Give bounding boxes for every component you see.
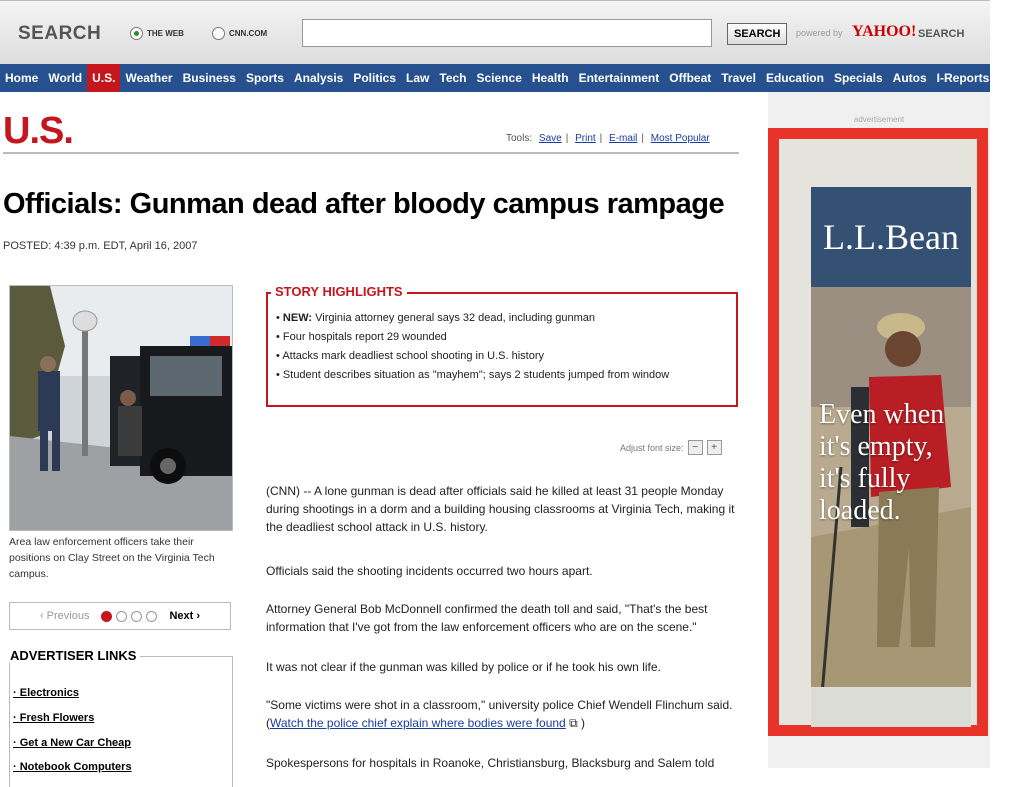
radio-selected-icon	[130, 27, 143, 40]
most-popular-link[interactable]: Most Popular	[651, 133, 710, 144]
nav-education[interactable]: Education	[761, 64, 829, 92]
highlight-item: • Student describes situation as "mayhem…	[276, 369, 670, 381]
nav-specials[interactable]: Specials	[829, 64, 888, 92]
nav-tech[interactable]: Tech	[434, 64, 471, 92]
tools-bar: Tools: Save | Print | E-mail | Most Popular	[506, 133, 710, 144]
article-headline: Officials: Gunman dead after bloody camp…	[3, 188, 725, 220]
radio-the-web[interactable]: THE WEB	[130, 27, 184, 40]
nav-entertainment[interactable]: Entertainment	[574, 64, 665, 92]
radio-unselected-icon	[212, 27, 225, 40]
nav-business[interactable]: Business	[178, 64, 241, 92]
nav-analysis[interactable]: Analysis	[289, 64, 348, 92]
font-size-label: Adjust font size:	[620, 442, 684, 453]
nav-offbeat[interactable]: Offbeat	[664, 64, 716, 92]
llbean-ad[interactable]: L.L.Bean Even when it's empty, it's full…	[768, 128, 988, 736]
radio-label: THE WEB	[147, 29, 184, 38]
powered-by-label: powered by	[796, 28, 843, 38]
article-paragraph: (CNN) -- A lone gunman is dead after off…	[266, 484, 735, 534]
article-paragraph: It was not clear if the gunman was kille…	[266, 660, 661, 674]
nav-science[interactable]: Science	[472, 64, 527, 92]
nav-health[interactable]: Health	[527, 64, 574, 92]
article-paragraph: Attorney General Bob McDonnell confirmed…	[266, 602, 708, 634]
ad-inner: L.L.Bean Even when it's empty, it's full…	[811, 187, 971, 747]
advertiser-link[interactable]: · Electronics	[13, 687, 79, 699]
llbean-logo: L.L.Bean	[811, 187, 971, 287]
font-increase-button[interactable]: +	[706, 440, 722, 455]
email-link[interactable]: E-mail	[609, 133, 637, 144]
nav-world[interactable]: World	[43, 64, 87, 92]
pager-dot-2[interactable]	[116, 610, 128, 622]
yahoo-logo: YAHOO!	[852, 23, 917, 40]
previous-button[interactable]: ‹ Previous	[40, 610, 90, 622]
nav-travel[interactable]: Travel	[716, 64, 761, 92]
nav-us[interactable]: U.S.	[87, 64, 121, 92]
pager-dots	[99, 610, 159, 622]
advertiser-link[interactable]: · Get a New Car Cheap	[13, 737, 131, 749]
nav-politics[interactable]: Politics	[348, 64, 401, 92]
advertiser-link[interactable]: · Notebook Computers	[13, 761, 132, 773]
font-decrease-button[interactable]: −	[687, 440, 703, 455]
pager-dot-3[interactable]	[131, 610, 143, 622]
video-icon: ⧉	[565, 716, 578, 730]
next-button[interactable]: Next ›	[169, 610, 200, 622]
advertisement-label: advertisement	[853, 115, 905, 124]
search-title: SEARCH	[18, 23, 102, 44]
article-paragraph: "Some victims were shot in a classroom,"…	[266, 698, 733, 730]
nav-weather[interactable]: Weather	[120, 64, 177, 92]
pager-dot-4[interactable]	[146, 610, 158, 622]
photo-pager: ‹ Previous Next ›	[9, 602, 231, 630]
story-highlights: STORY HIGHLIGHTS • NEW: Virginia attorne…	[266, 284, 738, 407]
nav-home[interactable]: Home	[0, 64, 43, 92]
advertiser-links-title: ADVERTISER LINKS	[6, 648, 141, 663]
photo-caption: Area law enforcement officers take their…	[9, 536, 215, 580]
main-nav: Home World U.S. Weather Business Sports …	[0, 64, 990, 92]
ad-slogan: Even when it's empty, it's fully loaded.	[819, 399, 945, 526]
radio-label: CNN.COM	[229, 29, 268, 38]
yahoo-search-label: SEARCH	[918, 28, 965, 40]
advertiser-link[interactable]: · Fresh Flowers	[13, 712, 94, 724]
highlight-item: • Four hospitals report 29 wounded	[276, 331, 447, 343]
article-paragraph: Officials said the shooting incidents oc…	[266, 564, 593, 578]
font-size-control: Adjust font size: − +	[620, 440, 722, 455]
search-input[interactable]	[302, 19, 712, 47]
page-margin	[1004, 0, 1024, 768]
article-photo[interactable]	[9, 285, 233, 531]
posted-timestamp: POSTED: 4:39 p.m. EDT, April 16, 2007	[3, 240, 198, 252]
section-title: U.S.	[3, 110, 74, 152]
article-paragraph: Spokespersons for hospitals in Roanoke, …	[266, 756, 715, 770]
nav-ireports[interactable]: I-Reports	[932, 64, 995, 92]
pager-dot-1[interactable]	[101, 610, 113, 622]
print-link[interactable]: Print	[575, 133, 596, 144]
highlight-item: • Attacks mark deadliest school shooting…	[276, 350, 544, 362]
advertiser-links-box: ADVERTISER LINKS · Electronics · Fresh F…	[6, 648, 233, 787]
nav-law[interactable]: Law	[401, 64, 434, 92]
police-scene-photo	[10, 286, 232, 530]
search-button[interactable]: SEARCH	[727, 23, 788, 45]
nav-autos[interactable]: Autos	[888, 64, 932, 92]
tools-label: Tools:	[506, 133, 533, 144]
highlight-item: • NEW: Virginia attorney general says 32…	[276, 312, 595, 324]
save-link[interactable]: Save	[539, 133, 562, 144]
nav-sports[interactable]: Sports	[241, 64, 289, 92]
watch-video-link[interactable]: Watch the police chief explain where bod…	[270, 716, 566, 730]
section-divider	[3, 152, 739, 154]
search-bar: SEARCH THE WEB CNN.COM SEARCH powered by…	[0, 0, 990, 65]
story-highlights-title: STORY HIGHLIGHTS	[271, 284, 407, 299]
radio-cnn-com[interactable]: CNN.COM	[212, 27, 267, 40]
